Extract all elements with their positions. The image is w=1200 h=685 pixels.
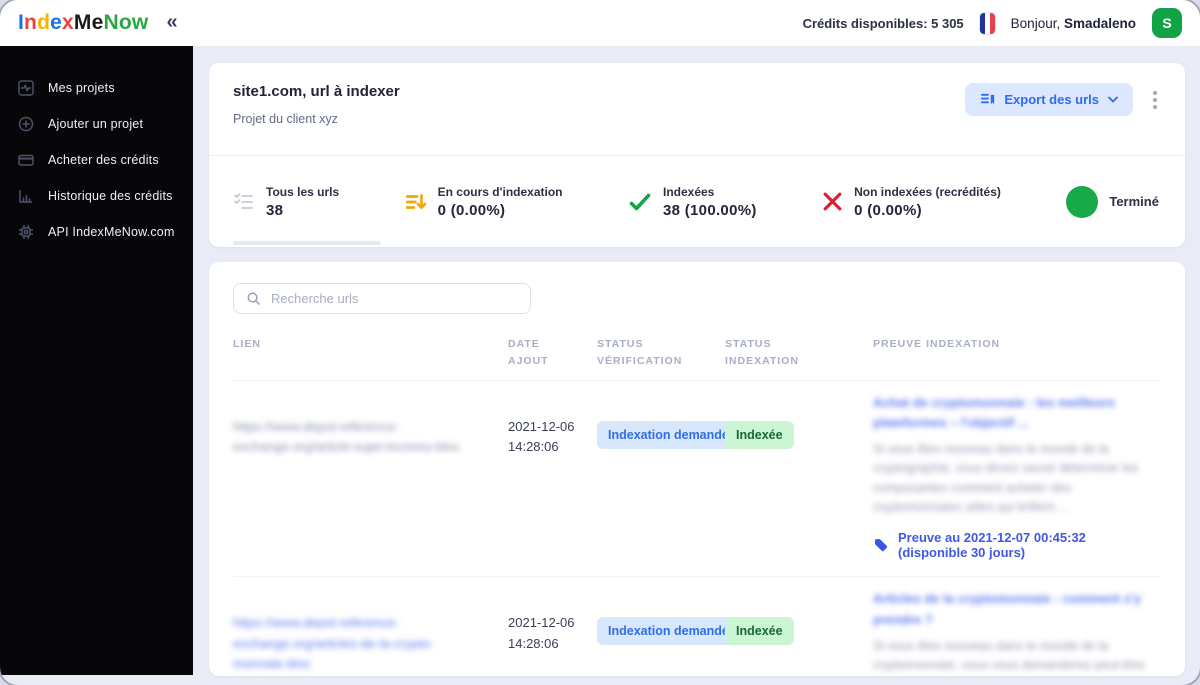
redacted-url-link[interactable]: https://www.depot-reference-exchange.org… bbox=[233, 419, 460, 454]
project-subtitle: Projet du client xyz bbox=[233, 112, 338, 126]
date-added: 2021-12-06 14:28:06 bbox=[508, 418, 575, 455]
sidebar-item-historique-credits[interactable]: Historique des crédits bbox=[0, 178, 193, 214]
stat-value: 38 (100.00%) bbox=[662, 201, 757, 219]
sidebar-collapse-icon[interactable]: « bbox=[166, 12, 177, 35]
url-table-card: LIEN DATE AJOUT STATUS VÉRIFICATION STAT… bbox=[209, 262, 1185, 676]
pulse-icon bbox=[18, 80, 34, 96]
sidebar-item-api[interactable]: API IndexMeNow.com bbox=[0, 214, 193, 250]
sort-down-icon bbox=[405, 191, 427, 213]
status-indexation-badge: Indexée bbox=[725, 420, 794, 449]
user-name: Smadaleno bbox=[1063, 15, 1136, 31]
export-button-label: Export des urls bbox=[1004, 92, 1099, 107]
sidebar: Mes projets Ajouter un projet Acheter de… bbox=[0, 46, 193, 675]
stat-in-progress: En cours d'indexation 0 (0.00%) bbox=[405, 185, 563, 219]
table-row: https://www.depot-reference-exchange.org… bbox=[233, 381, 1161, 578]
redacted-proof-description: Si vous êtes nouveau dans le monde de la… bbox=[873, 638, 1145, 673]
app-window: IndexMeNow « Crédits disponibles: 5 305 … bbox=[0, 0, 1200, 685]
export-icon bbox=[980, 92, 995, 107]
proof-cell: Articles de la cryptomonnaie : comment s… bbox=[873, 589, 1161, 676]
main-content: site1.com, url à indexer Projet du clien… bbox=[193, 46, 1200, 685]
search-input[interactable] bbox=[271, 291, 518, 306]
column-header-preuve-indexation: PREUVE INDEXATION bbox=[873, 338, 1001, 350]
redacted-proof-description: Si vous êtes nouveau dans le monde de la… bbox=[873, 441, 1139, 514]
sidebar-item-label: Ajouter un projet bbox=[48, 117, 144, 131]
stat-value: 0 (0.00%) bbox=[437, 201, 506, 219]
bar-chart-icon bbox=[18, 188, 34, 204]
search-icon bbox=[246, 291, 261, 306]
table-header: LIEN DATE AJOUT STATUS VÉRIFICATION STAT… bbox=[233, 336, 1161, 381]
column-header-status-indexation: STATUS INDEXATION bbox=[725, 338, 799, 367]
stats-row: Tous les urls 38 En cours d'indexation 0… bbox=[209, 156, 1185, 247]
top-bar: IndexMeNow « Crédits disponibles: 5 305 … bbox=[0, 0, 1200, 46]
stat-label: En cours d'indexation bbox=[437, 184, 563, 199]
search-box bbox=[233, 283, 531, 314]
sidebar-item-label: Historique des crédits bbox=[48, 189, 173, 203]
x-icon bbox=[822, 191, 843, 212]
proof-link[interactable]: Preuve au 2021-12-07 00:45:32 (disponibl… bbox=[873, 530, 1157, 560]
chip-icon bbox=[18, 224, 34, 240]
stat-all-urls: Tous les urls 38 bbox=[233, 184, 381, 245]
logo: IndexMeNow bbox=[18, 11, 149, 34]
plus-circle-icon bbox=[18, 116, 34, 132]
export-urls-button[interactable]: Export des urls bbox=[965, 83, 1133, 116]
page-title: site1.com, url à indexer bbox=[233, 83, 400, 100]
status-done-label: Terminé bbox=[1109, 194, 1159, 209]
more-options-icon[interactable] bbox=[1149, 87, 1161, 113]
project-summary-card: site1.com, url à indexer Projet du clien… bbox=[209, 63, 1185, 247]
credits-available: Crédits disponibles: 5 305 bbox=[802, 15, 964, 31]
redacted-proof-title: Articles de la cryptomonnaie : comment s… bbox=[873, 591, 1142, 627]
sidebar-item-mes-projets[interactable]: Mes projets bbox=[0, 70, 193, 106]
sidebar-item-ajouter-projet[interactable]: Ajouter un projet bbox=[0, 106, 193, 142]
check-icon bbox=[628, 190, 652, 214]
credit-card-icon bbox=[18, 152, 34, 168]
column-header-date-ajout: DATE AJOUT bbox=[508, 338, 549, 367]
checklist-icon bbox=[233, 191, 255, 213]
flag-stripe bbox=[989, 12, 995, 34]
progress-track bbox=[233, 240, 381, 245]
status-indexation-badge: Indexée bbox=[725, 617, 794, 646]
stat-label: Tous les urls bbox=[266, 184, 340, 199]
sidebar-item-label: Mes projets bbox=[48, 81, 115, 95]
tag-icon bbox=[873, 537, 889, 553]
redacted-url-link[interactable]: https://www.depot-reference-exchange.org… bbox=[233, 615, 434, 670]
redacted-proof-title: Achat de cryptomonnaie : les meilleurs p… bbox=[873, 394, 1116, 430]
french-flag-icon[interactable] bbox=[979, 12, 995, 34]
status-done-dot-icon bbox=[1066, 185, 1099, 218]
sidebar-item-label: API IndexMeNow.com bbox=[48, 225, 175, 239]
chevron-down-icon bbox=[1108, 96, 1118, 103]
sidebar-item-label: Acheter des crédits bbox=[48, 153, 159, 167]
stat-not-indexed: Non indexées (recrédités) 0 (0.00%) bbox=[822, 185, 1001, 219]
sidebar-item-acheter-credits[interactable]: Acheter des crédits bbox=[0, 142, 193, 178]
stat-indexed: Indexées 38 (100.00%) bbox=[628, 185, 757, 219]
table-row: https://www.depot-reference-exchange.org… bbox=[233, 577, 1161, 676]
column-header-status-verification: STATUS VÉRIFICATION bbox=[597, 338, 683, 367]
stat-value: 38 bbox=[266, 201, 284, 219]
column-header-lien: LIEN bbox=[233, 338, 261, 350]
user-greeting: Bonjour, Smadaleno bbox=[1010, 15, 1136, 31]
date-added: 2021-12-06 14:28:06 bbox=[508, 615, 575, 652]
stat-label: Indexées bbox=[662, 184, 715, 199]
stat-value: 0 (0.00%) bbox=[854, 201, 922, 219]
avatar[interactable]: S bbox=[1152, 8, 1182, 38]
proof-cell: Achat de cryptomonnaie : les meilleurs p… bbox=[873, 393, 1161, 561]
proof-link-label: Preuve au 2021-12-07 00:45:32 (disponibl… bbox=[898, 530, 1086, 561]
stat-label: Non indexées (recrédités) bbox=[854, 184, 1001, 199]
stat-status-done: Terminé bbox=[1066, 185, 1159, 218]
